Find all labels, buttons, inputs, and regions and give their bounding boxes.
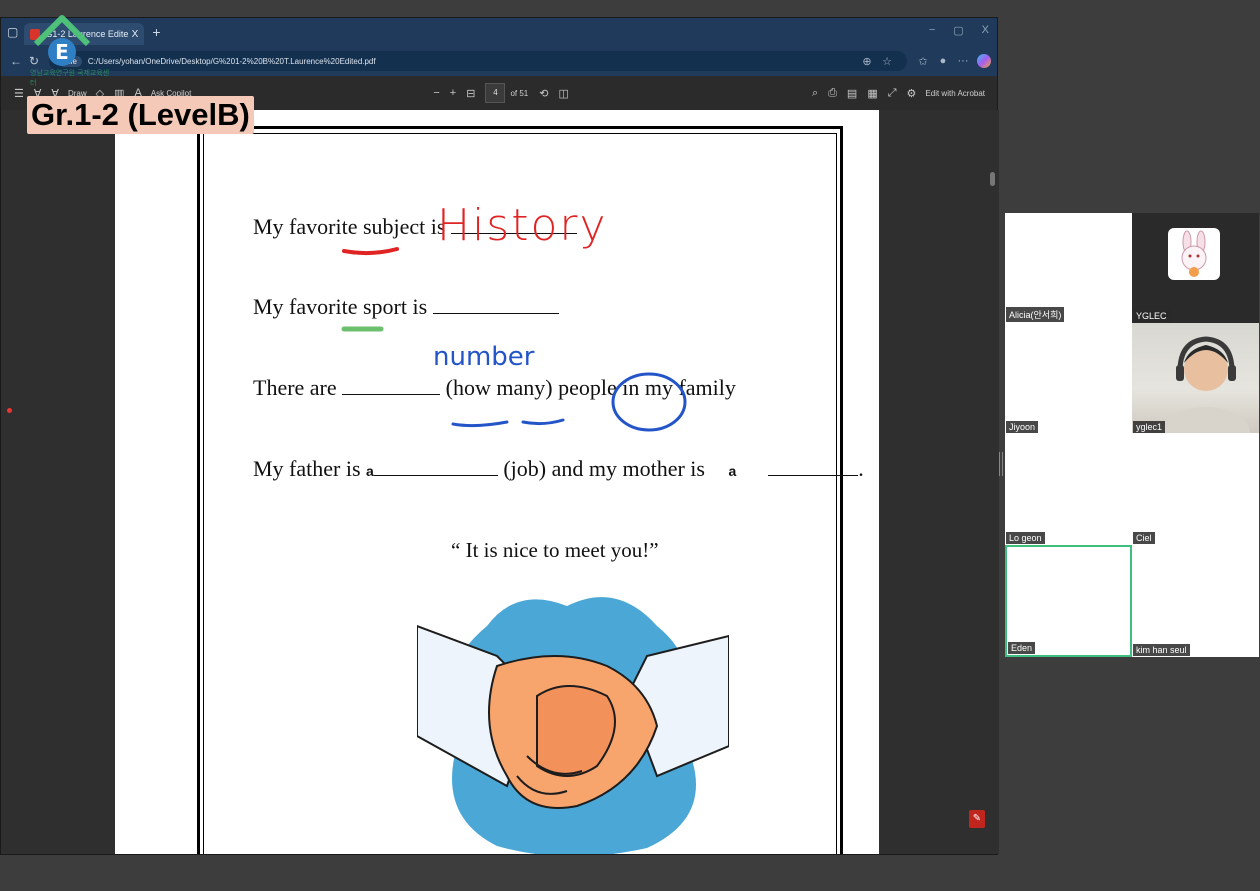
line1-text: My favorite subject is bbox=[253, 214, 446, 239]
save-icon[interactable]: ▤ bbox=[847, 87, 857, 100]
pointer-dot bbox=[7, 408, 12, 413]
handshake-illustration bbox=[417, 597, 729, 854]
favorites-icon[interactable]: ✩ bbox=[913, 55, 933, 68]
line3-blank bbox=[342, 377, 441, 395]
fullscreen-icon[interactable]: ⤢ bbox=[888, 87, 897, 100]
underline-subject-annotation bbox=[342, 247, 399, 256]
participant-tile[interactable]: yglec1 bbox=[1132, 323, 1259, 434]
fit-page-icon[interactable]: ⊟ bbox=[466, 87, 475, 100]
back-icon[interactable]: ← bbox=[7, 54, 25, 68]
profile-avatar-icon[interactable]: ● bbox=[933, 55, 953, 67]
more-menu-icon[interactable]: ··· bbox=[953, 55, 973, 67]
search-icon[interactable]: ⌕ bbox=[812, 87, 818, 100]
pdf-page: My favorite subject is History My favori… bbox=[115, 110, 879, 854]
page-number-input[interactable]: 4 bbox=[485, 83, 506, 103]
svg-text:E: E bbox=[55, 40, 69, 64]
favorite-star-icon[interactable]: ☆ bbox=[877, 55, 897, 68]
zoom-icon[interactable]: ⊕ bbox=[857, 55, 877, 68]
document-viewport[interactable]: My favorite subject is History My favori… bbox=[1, 110, 999, 854]
participant-tile-active-speaker[interactable]: Eden bbox=[1005, 545, 1132, 657]
scrollbar-thumb[interactable] bbox=[990, 172, 995, 186]
url-field[interactable]: File C:/Users/yohan/OneDrive/Desktop/G%2… bbox=[49, 51, 907, 71]
participant-video-grid: Alicia(안서희) YGLEC Jiyoon yglec1 Lo geon … bbox=[1005, 213, 1259, 657]
participant-name: yglec1 bbox=[1133, 421, 1166, 433]
participant-tile[interactable]: kim han seul bbox=[1132, 545, 1259, 657]
participant-name: Jiyoon bbox=[1006, 421, 1039, 433]
participant-name: Lo geon bbox=[1006, 532, 1045, 544]
bunny-avatar-icon bbox=[1168, 228, 1220, 280]
academy-logo-text: 영남교육연구원 국제교육센터 bbox=[30, 70, 110, 87]
worksheet-line-sport: My favorite sport is bbox=[253, 294, 559, 320]
tab-actions-icon[interactable]: ▢ bbox=[1, 25, 24, 39]
article-a-first: a bbox=[366, 463, 374, 479]
line4-middle-text: (job) and my mother is bbox=[503, 456, 705, 481]
split-view-handle[interactable] bbox=[999, 452, 1003, 476]
new-tab-button[interactable]: + bbox=[152, 24, 160, 40]
tab-close-button[interactable]: X bbox=[132, 29, 139, 40]
zoom-in-button[interactable]: + bbox=[450, 87, 456, 99]
url-text: C:/Users/yohan/OneDrive/Desktop/G%201-2%… bbox=[87, 56, 376, 66]
participant-name: Alicia(안서희) bbox=[1006, 307, 1065, 322]
line4-blank-mother bbox=[768, 458, 859, 476]
print-icon[interactable]: ⎙ bbox=[828, 87, 837, 100]
rotate-icon[interactable]: ⟲ bbox=[539, 87, 548, 100]
tab-bar: ▢ G1-2 Laurence Edited.pdf X + − ▢ X bbox=[1, 18, 997, 46]
acrobat-icon[interactable]: ✎ bbox=[969, 810, 985, 828]
line2-text: My favorite sport is bbox=[253, 294, 428, 319]
participant-tile[interactable]: Alicia(안서희) bbox=[1005, 213, 1132, 323]
line4-blank-job bbox=[373, 458, 498, 476]
document-scrollbar[interactable] bbox=[989, 110, 997, 854]
participant-tile[interactable]: YGLEC bbox=[1132, 213, 1259, 323]
participant-name: YGLEC bbox=[1133, 310, 1170, 322]
line2-blank bbox=[432, 296, 559, 314]
save-as-icon[interactable]: ▦ bbox=[867, 87, 877, 100]
close-window-button[interactable]: X bbox=[982, 24, 989, 37]
participant-tile[interactable]: Ciel bbox=[1132, 434, 1259, 545]
level-title: Gr.1-2 (LevelB) bbox=[27, 96, 254, 134]
minimize-button[interactable]: − bbox=[929, 24, 935, 37]
line3-text: There are bbox=[253, 375, 337, 400]
copilot-icon[interactable] bbox=[977, 54, 991, 68]
person-with-headphones bbox=[1162, 336, 1250, 434]
page-view-icon[interactable]: ◫ bbox=[558, 87, 568, 100]
family-circle-annotation bbox=[451, 372, 687, 432]
participant-name: Ciel bbox=[1133, 532, 1155, 544]
zoom-out-button[interactable]: − bbox=[433, 87, 439, 99]
page-total: of 51 bbox=[510, 88, 529, 98]
worksheet-line-parents: My father is a (job) and my mother is a. bbox=[253, 456, 864, 482]
participant-name: Eden bbox=[1008, 642, 1036, 654]
contents-icon[interactable]: ☰ bbox=[14, 87, 24, 100]
browser-window: ▢ G1-2 Laurence Edited.pdf X + − ▢ X ← ↻… bbox=[0, 17, 999, 855]
line4-text: My father is bbox=[253, 456, 361, 481]
worksheet-quote: “ It is nice to meet you!” bbox=[451, 538, 659, 562]
restore-button[interactable]: ▢ bbox=[953, 24, 963, 37]
edit-with-acrobat-button[interactable]: Edit with Acrobat bbox=[925, 89, 985, 98]
participant-name: kim han seul bbox=[1133, 644, 1190, 656]
participant-video-feed bbox=[1132, 323, 1259, 434]
settings-gear-icon[interactable]: ⚙ bbox=[907, 87, 917, 100]
article-a-second: a bbox=[728, 463, 737, 479]
window-controls: − ▢ X bbox=[929, 24, 989, 37]
participant-tile[interactable]: Lo geon bbox=[1005, 434, 1132, 545]
participant-tile[interactable]: Jiyoon bbox=[1005, 323, 1132, 434]
line4-period: . bbox=[858, 456, 864, 481]
address-bar: ← ↻ File C:/Users/yohan/OneDrive/Desktop… bbox=[1, 46, 997, 76]
underline-sport-annotation bbox=[341, 326, 384, 332]
handwritten-answer-history: History bbox=[437, 200, 608, 251]
